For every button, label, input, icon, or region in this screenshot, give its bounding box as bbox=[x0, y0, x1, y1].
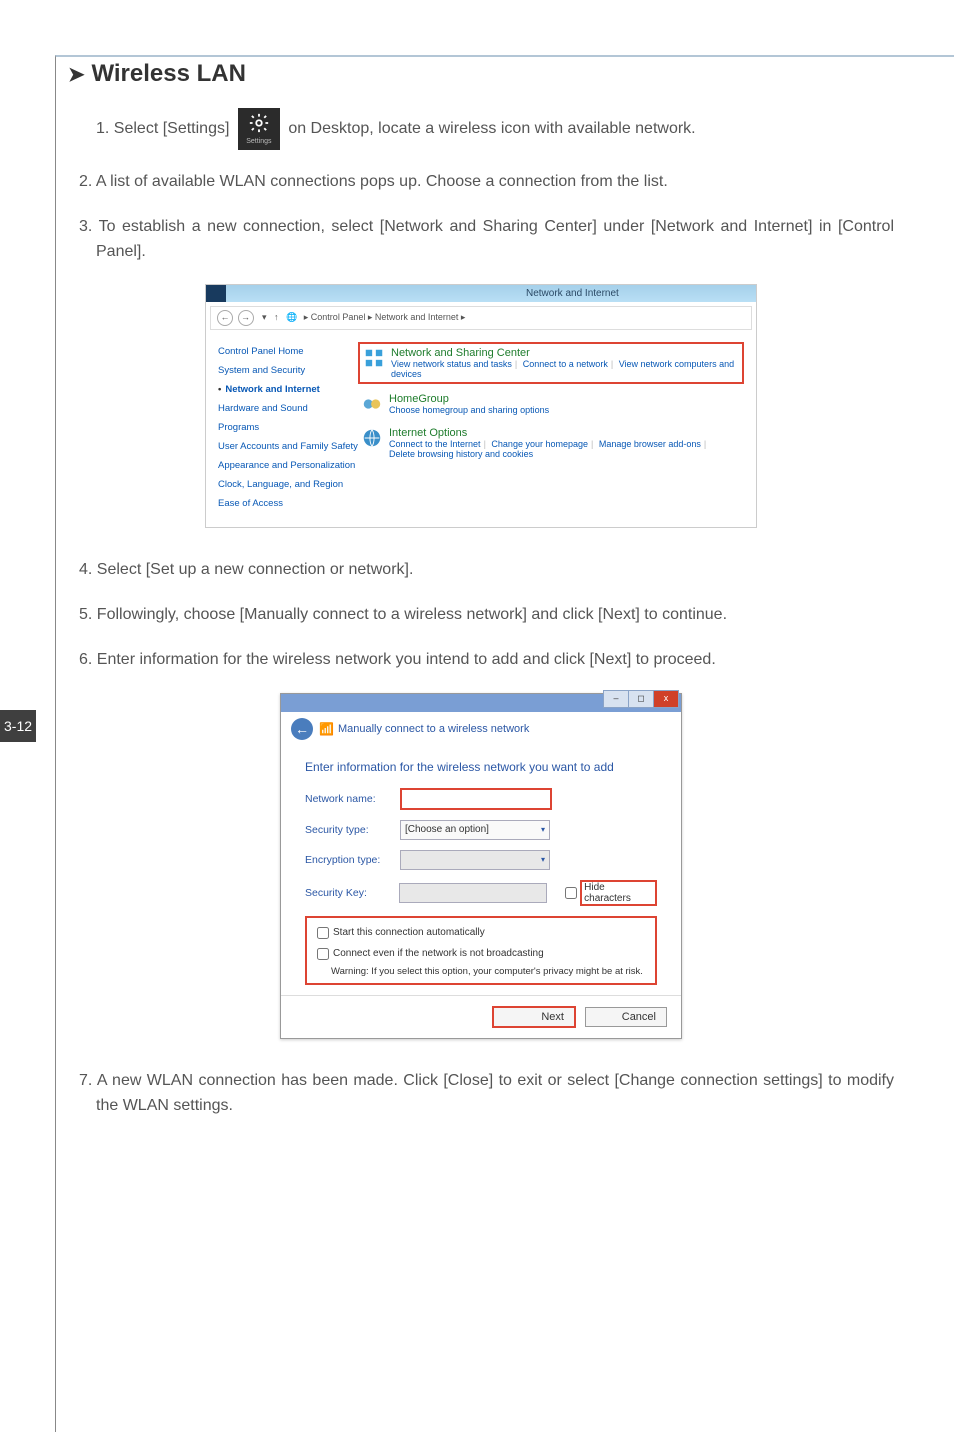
minimize-button[interactable]: – bbox=[603, 690, 629, 708]
dialog-titlebar: – ◻ x bbox=[281, 694, 681, 712]
close-button[interactable]: x bbox=[653, 690, 679, 708]
maximize-button[interactable]: ◻ bbox=[628, 690, 654, 708]
page-number: 3-12 bbox=[0, 710, 36, 742]
settings-tile-icon: Settings bbox=[238, 108, 280, 150]
